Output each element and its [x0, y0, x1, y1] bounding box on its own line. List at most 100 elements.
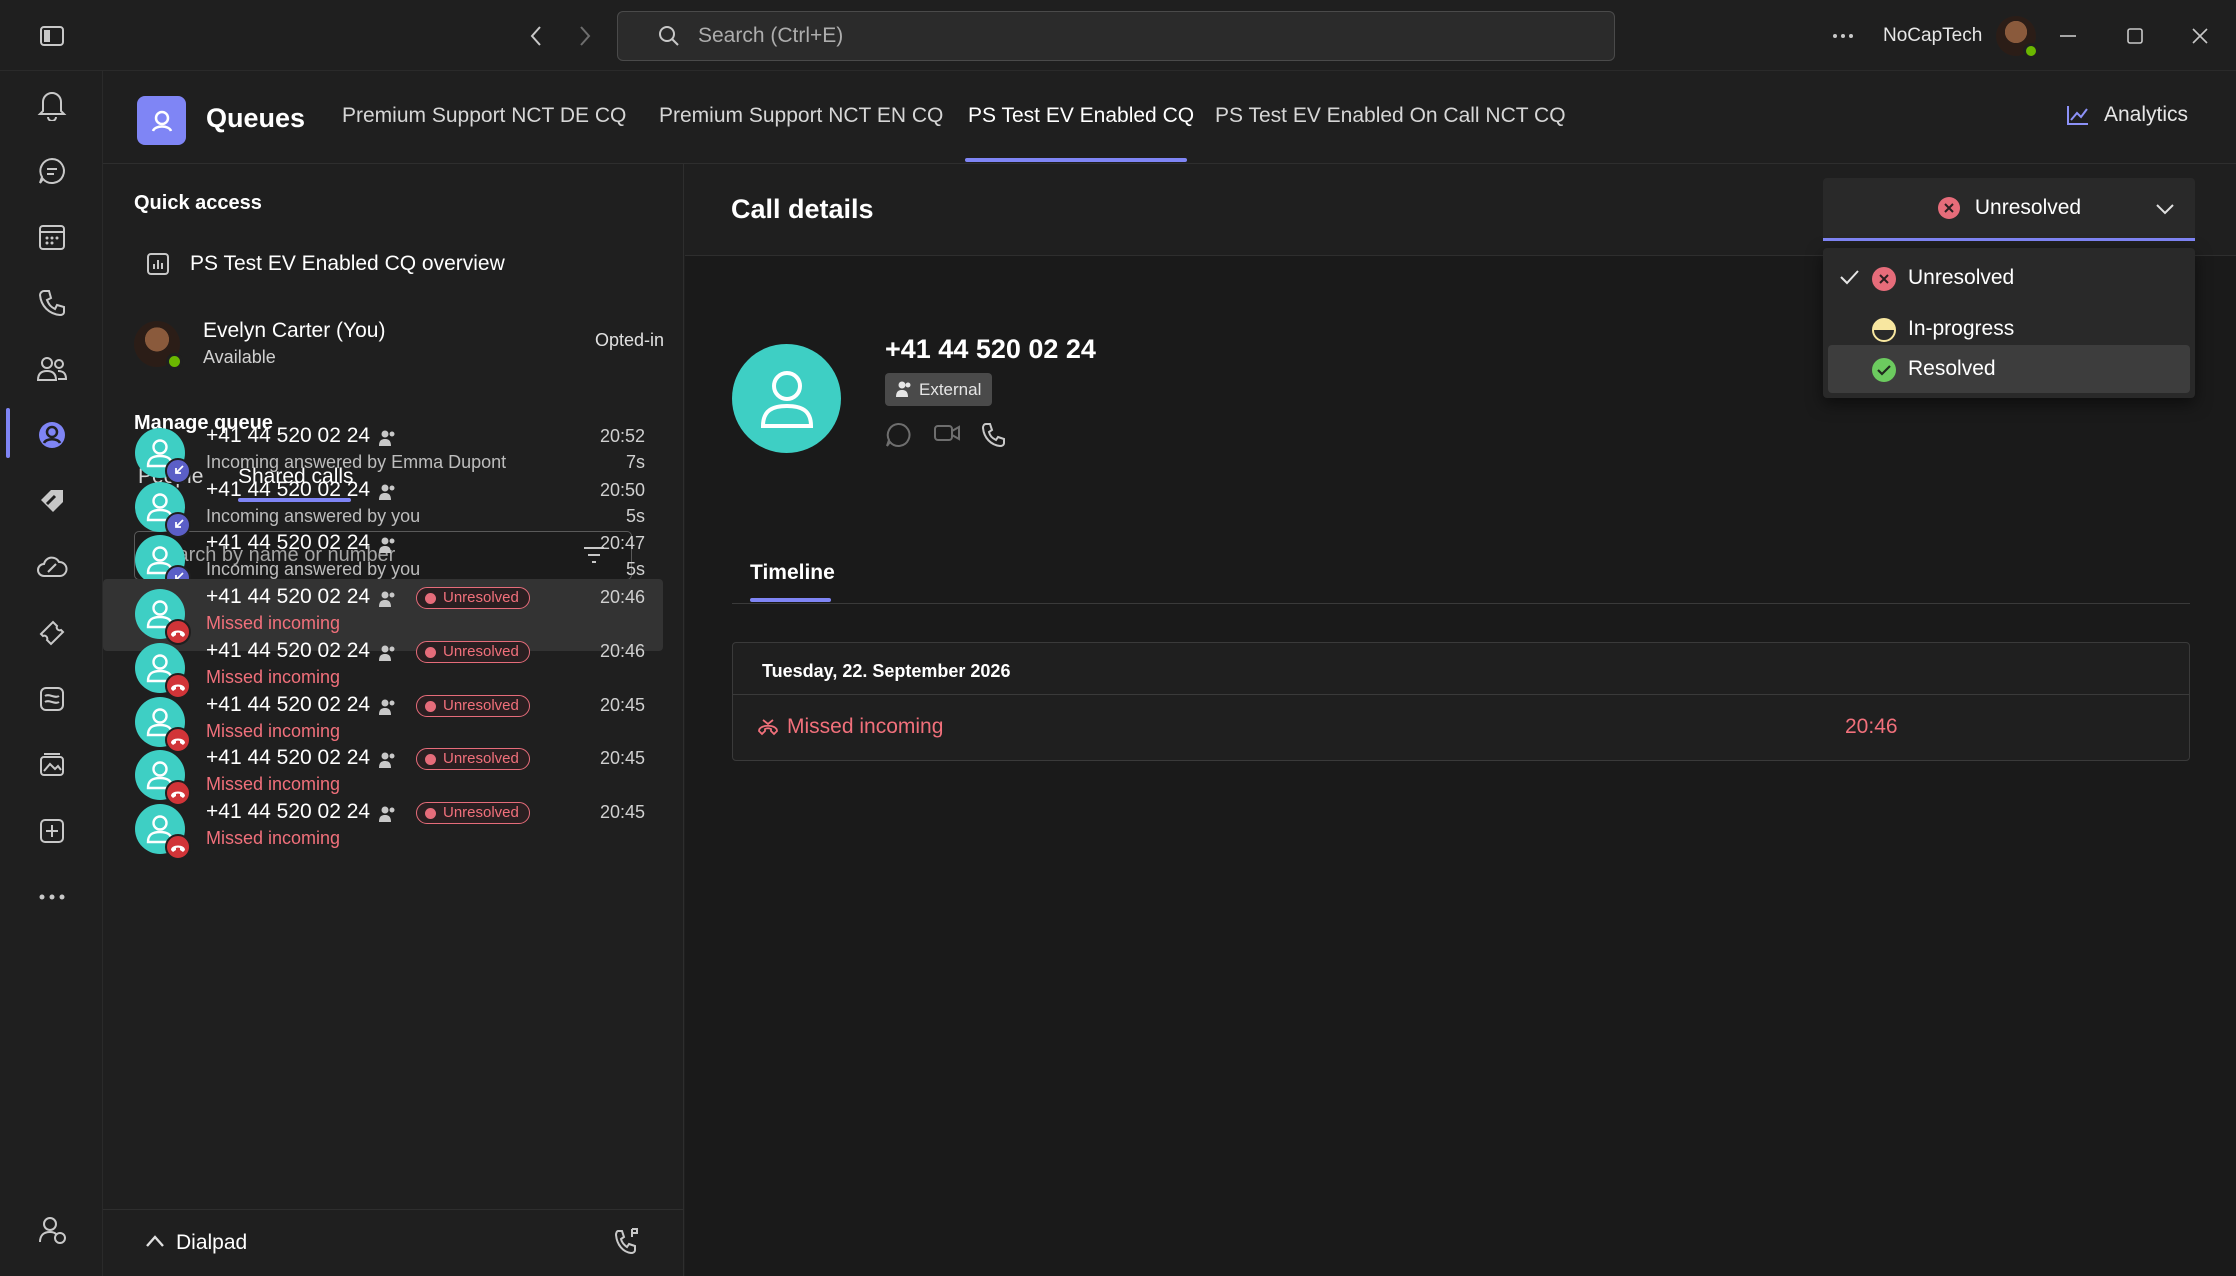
search-placeholder: Search (Ctrl+E): [698, 24, 844, 47]
status-badge: Unresolved: [416, 748, 530, 771]
account-button[interactable]: NoCapTech: [1883, 14, 2040, 59]
status-badge: Unresolved: [416, 640, 530, 663]
in-progress-icon: [1872, 318, 1896, 342]
status-badge: Unresolved: [416, 694, 530, 717]
quick-access-heading: Quick access: [134, 192, 262, 214]
call-time: 20:50: [599, 479, 645, 500]
status-option-label: Unresolved: [1908, 266, 2015, 289]
ticket-icon[interactable]: [28, 609, 76, 657]
people-icon[interactable]: [28, 345, 76, 393]
external-badge: External: [885, 373, 993, 406]
chevron-down-icon: [2155, 198, 2175, 222]
queue-overview-link[interactable]: PS Test EV Enabled CQ overview: [134, 252, 505, 276]
call-description: Missed incoming: [206, 613, 341, 634]
dialpad-bar[interactable]: Dialpad: [103, 1209, 683, 1276]
timeline-event-label: Missed incoming: [787, 715, 944, 738]
account-name: NoCapTech: [1883, 25, 1983, 46]
apps-tag-icon[interactable]: [28, 477, 76, 525]
status-option-resolved[interactable]: Resolved: [1828, 345, 2190, 393]
caller-number: +41 44 520 02 24: [206, 531, 371, 555]
call-description: Missed incoming: [206, 720, 341, 741]
unresolved-icon: [1872, 267, 1896, 291]
call-time: 20:46: [599, 640, 645, 661]
status-badge: Unresolved: [416, 587, 530, 610]
add-app-icon[interactable]: [28, 807, 76, 855]
calendar-icon[interactable]: [28, 213, 76, 261]
back-icon[interactable]: [514, 14, 558, 58]
planner-icon[interactable]: [28, 675, 76, 723]
call-time: 20:45: [599, 694, 645, 715]
call-time: 20:47: [599, 533, 645, 554]
caller-number: +41 44 520 02 24: [206, 424, 371, 447]
queues-icon[interactable]: [28, 411, 76, 459]
chevron-up-icon: [145, 1234, 165, 1248]
caller-number: +41 44 520 02 24: [206, 585, 371, 609]
more-apps-icon[interactable]: [28, 873, 76, 921]
page-title: Queues: [206, 103, 306, 133]
minimize-icon[interactable]: [2046, 14, 2090, 58]
queues-app-icon: [137, 96, 186, 145]
gallery-icon[interactable]: [28, 741, 76, 789]
caller-number: +41 44 520 02 24: [206, 799, 371, 823]
call-description: Missed incoming: [206, 827, 341, 848]
queues-header: Queues Premium Support NCT DE CQ Premium…: [103, 71, 2236, 164]
timeline-event-time: 20:46: [1845, 715, 1898, 738]
timeline-card: Tuesday, 22. September 2026 Missed incom…: [732, 642, 2190, 761]
caller-number: +41 44 520 02 24: [885, 334, 1096, 364]
external-icon: [894, 380, 912, 398]
active-tab-indicator: [965, 158, 1187, 162]
caller-number: +41 44 520 02 24: [206, 477, 371, 501]
active-tab-indicator: [750, 598, 831, 602]
search-input[interactable]: Search (Ctrl+E): [617, 11, 1615, 61]
avatar: [1996, 16, 2040, 59]
call-duration: 7s: [625, 452, 645, 472]
status-menu: Unresolved In-progress Resolved: [1823, 248, 2195, 398]
video-call-icon[interactable]: [933, 422, 961, 449]
tab-premium-support-de[interactable]: Premium Support NCT DE CQ: [342, 104, 626, 128]
opt-in-status[interactable]: Opted-in: [595, 330, 664, 351]
dialpad-label: Dialpad: [176, 1231, 248, 1254]
analytics-button[interactable]: Analytics: [2066, 103, 2188, 127]
audio-call-icon[interactable]: [981, 422, 1007, 453]
external-icon: [377, 482, 397, 507]
presence-available-icon: [166, 353, 183, 370]
tab-ps-test-ev-on-call[interactable]: PS Test EV Enabled On Call NCT CQ: [1215, 104, 1566, 128]
call-description: Missed incoming: [206, 666, 341, 687]
status-option-unresolved[interactable]: Unresolved: [1828, 254, 2190, 302]
caller-number: +41 44 520 02 24: [206, 746, 371, 770]
calls-icon[interactable]: [28, 279, 76, 327]
chat-icon[interactable]: [28, 147, 76, 195]
call-time: 20:45: [599, 748, 645, 769]
external-icon: [377, 750, 397, 775]
dialpad-settings-icon[interactable]: [613, 1227, 641, 1257]
call-description: Incoming answered by Emma Dupont: [206, 452, 507, 472]
title-bar: Search (Ctrl+E) NoCapTech: [0, 0, 2236, 71]
help-icon[interactable]: [28, 1206, 76, 1254]
call-row[interactable]: +41 44 520 02 24 Unresolved Missed incomin…: [103, 794, 663, 866]
tab-timeline[interactable]: Timeline: [750, 561, 835, 585]
external-icon: [377, 535, 397, 560]
overview-label: PS Test EV Enabled CQ overview: [190, 252, 505, 275]
status-dropdown[interactable]: Unresolved: [1823, 178, 2195, 241]
forward-icon[interactable]: [563, 14, 607, 58]
cloud-icon[interactable]: [28, 543, 76, 591]
app-rail: [0, 71, 103, 1276]
tab-premium-support-en[interactable]: Premium Support NCT EN CQ: [659, 104, 943, 128]
call-duration: 5s: [625, 559, 645, 580]
rail-active-indicator: [6, 408, 10, 458]
divider: [732, 603, 2190, 604]
analytics-icon: [2066, 104, 2090, 126]
unresolved-icon: [1937, 196, 1961, 220]
chat-icon[interactable]: [885, 422, 911, 453]
status-badge: Unresolved: [416, 801, 530, 824]
sidebar-toggle-icon[interactable]: [30, 14, 74, 58]
analytics-label: Analytics: [2104, 103, 2189, 126]
activity-icon[interactable]: [28, 81, 76, 129]
close-icon[interactable]: [2178, 14, 2222, 58]
maximize-icon[interactable]: [2113, 14, 2157, 58]
agent-status: Available: [203, 347, 276, 367]
tab-ps-test-ev-enabled[interactable]: PS Test EV Enabled CQ: [968, 104, 1194, 128]
call-details-pane: Call details Unresolved Unresolved In-pr…: [685, 164, 2236, 1276]
more-options-icon[interactable]: [1821, 14, 1865, 58]
external-icon: [377, 589, 397, 614]
